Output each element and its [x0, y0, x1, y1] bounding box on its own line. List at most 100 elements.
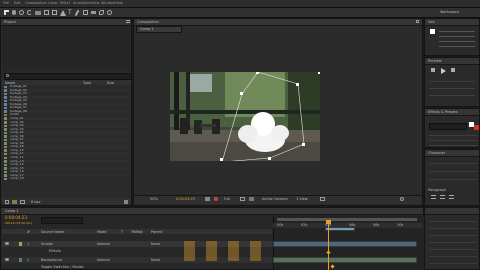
scene-right-trees: [288, 72, 320, 132]
menu-bar: [0, 0, 480, 8]
last-frame-icon[interactable]: [451, 68, 455, 72]
composition-panel-header: [134, 19, 422, 26]
project-search-input[interactable]: [4, 73, 132, 80]
zoom-dropdown[interactable]: 50%: [150, 197, 158, 201]
camera-dropdown[interactable]: Active Camera: [262, 197, 288, 201]
layer-2-bar[interactable]: [273, 257, 417, 263]
timeline-col-trkmat[interactable]: TrkMat: [131, 230, 143, 234]
region-of-interest-icon[interactable]: [240, 197, 245, 201]
delete-icon[interactable]: [124, 200, 128, 204]
fast-previews-icon[interactable]: [320, 197, 325, 201]
layer-2-name[interactable]: Background: [41, 258, 62, 262]
timeline-search-input[interactable]: [41, 217, 83, 224]
character-panel-title[interactable]: Character: [428, 151, 445, 155]
effects-panel-title[interactable]: Effects & Presets: [428, 110, 458, 114]
composition-tab-label[interactable]: Comp 1: [140, 27, 154, 31]
preview-panel: Preview: [424, 57, 480, 107]
effects-panel: Effects & Presets: [424, 108, 480, 148]
eraser-tool-icon[interactable]: [91, 11, 96, 14]
timeline-panel-header: [1, 208, 423, 215]
playhead-handle-icon[interactable]: [326, 220, 331, 224]
timeline-tab-label[interactable]: Comp 1: [5, 209, 19, 213]
menu-window[interactable]: Window: [101, 1, 115, 5]
color-channels-icon[interactable]: [214, 197, 218, 201]
layer-2-mode[interactable]: Normal: [97, 258, 110, 262]
pan-behind-tool-icon[interactable]: [44, 10, 49, 15]
type-tool-icon[interactable]: T: [68, 9, 72, 16]
layer-2-parent[interactable]: None: [151, 258, 160, 262]
new-comp-icon[interactable]: [20, 200, 25, 204]
hand-tool-icon[interactable]: [12, 10, 16, 15]
preview-panel-title[interactable]: Preview: [428, 59, 442, 63]
align-right-icon[interactable]: [449, 195, 454, 199]
menu-view[interactable]: View: [91, 1, 99, 5]
timeline-col-t[interactable]: T: [121, 230, 123, 234]
info-panel: Info: [424, 18, 480, 56]
info-panel-title[interactable]: Info: [428, 20, 435, 24]
composition-viewer[interactable]: [170, 72, 320, 161]
menu-edit[interactable]: Edit: [14, 1, 21, 5]
paragraph-panel-title[interactable]: Paragraph: [428, 188, 446, 192]
scene-railing: [170, 110, 320, 114]
interpret-footage-icon[interactable]: [5, 200, 9, 204]
menu-help[interactable]: Help: [115, 1, 123, 5]
menu-file[interactable]: File: [3, 1, 9, 5]
tracker-panel: [424, 207, 480, 270]
zoom-tool-icon[interactable]: [19, 10, 24, 15]
play-icon[interactable]: [441, 68, 446, 74]
timeline-col-mode[interactable]: Mode: [97, 230, 107, 234]
stroke-color-icon[interactable]: [474, 125, 479, 130]
project-bpc-label[interactable]: 8 bpc: [31, 200, 41, 204]
mask-handle-4: [268, 157, 271, 160]
project-panel-menu-icon[interactable]: [126, 20, 130, 23]
rotate-tool-icon[interactable]: [27, 10, 32, 15]
timeline-timecode[interactable]: 0:00:04:23: [5, 216, 27, 220]
menu-animation[interactable]: Animation: [73, 1, 91, 5]
timeline-col-num[interactable]: #: [27, 230, 30, 234]
view-layout-dropdown[interactable]: 1 View: [296, 197, 308, 201]
visibility-eye-icon[interactable]: [5, 242, 9, 245]
visibility-eye-icon-2[interactable]: [5, 258, 9, 261]
selection-tool-icon[interactable]: [4, 10, 9, 15]
label-color-icon[interactable]: [19, 242, 22, 246]
snapshot-icon[interactable]: [205, 197, 210, 201]
workspace-label[interactable]: Workspace: [440, 10, 459, 14]
resolution-dropdown[interactable]: Full: [224, 197, 230, 201]
camera-tool-icon[interactable]: [35, 11, 41, 15]
viewer-timecode[interactable]: 0:00:04:23: [176, 197, 195, 201]
work-area-bar[interactable]: [277, 218, 417, 221]
layer-1-parent[interactable]: None: [151, 242, 160, 246]
viewer-scene: [170, 72, 320, 161]
timeline-col-parent[interactable]: Parent: [151, 230, 162, 234]
effects-search-input[interactable]: [429, 123, 467, 130]
align-center-icon[interactable]: [440, 195, 445, 199]
layer-1-name[interactable]: Smoke: [41, 242, 53, 246]
clone-tool-icon[interactable]: [83, 10, 88, 15]
exposure-icon[interactable]: [400, 197, 404, 201]
lock-icon[interactable]: [416, 20, 419, 23]
label-color-icon-2[interactable]: [19, 258, 22, 262]
pen-tool-icon[interactable]: [60, 10, 66, 16]
new-folder-icon[interactable]: [12, 200, 17, 204]
align-left-icon[interactable]: [431, 195, 436, 199]
roto-brush-tool-icon[interactable]: [99, 10, 104, 15]
ruler-tick-1: 02s: [301, 223, 308, 227]
toggle-switches-modes[interactable]: Toggle Switches / Modes: [41, 265, 84, 269]
transparency-grid-icon[interactable]: [249, 197, 254, 201]
rectangle-tool-icon[interactable]: [52, 10, 57, 15]
layer-1-clip[interactable]: [325, 227, 355, 231]
menu-layer[interactable]: Layer: [48, 1, 58, 5]
timeline-col-source[interactable]: Source Name: [41, 230, 64, 234]
playhead[interactable]: [328, 221, 329, 270]
layer-1-mode[interactable]: Normal: [97, 242, 110, 246]
project-preview-area: [2, 26, 131, 71]
layer-1-bar[interactable]: [273, 241, 417, 247]
first-frame-icon[interactable]: [431, 68, 435, 72]
menu-composition[interactable]: Composition: [25, 1, 47, 5]
layer-1-effects[interactable]: Effects: [49, 249, 61, 253]
composition-panel-title[interactable]: Composition: [137, 20, 159, 24]
project-panel-title[interactable]: Project: [4, 20, 16, 24]
puppet-tool-icon[interactable]: [107, 10, 112, 15]
project-list-item[interactable]: comp_18: [1, 177, 130, 181]
menu-effect[interactable]: Effect: [60, 1, 70, 5]
